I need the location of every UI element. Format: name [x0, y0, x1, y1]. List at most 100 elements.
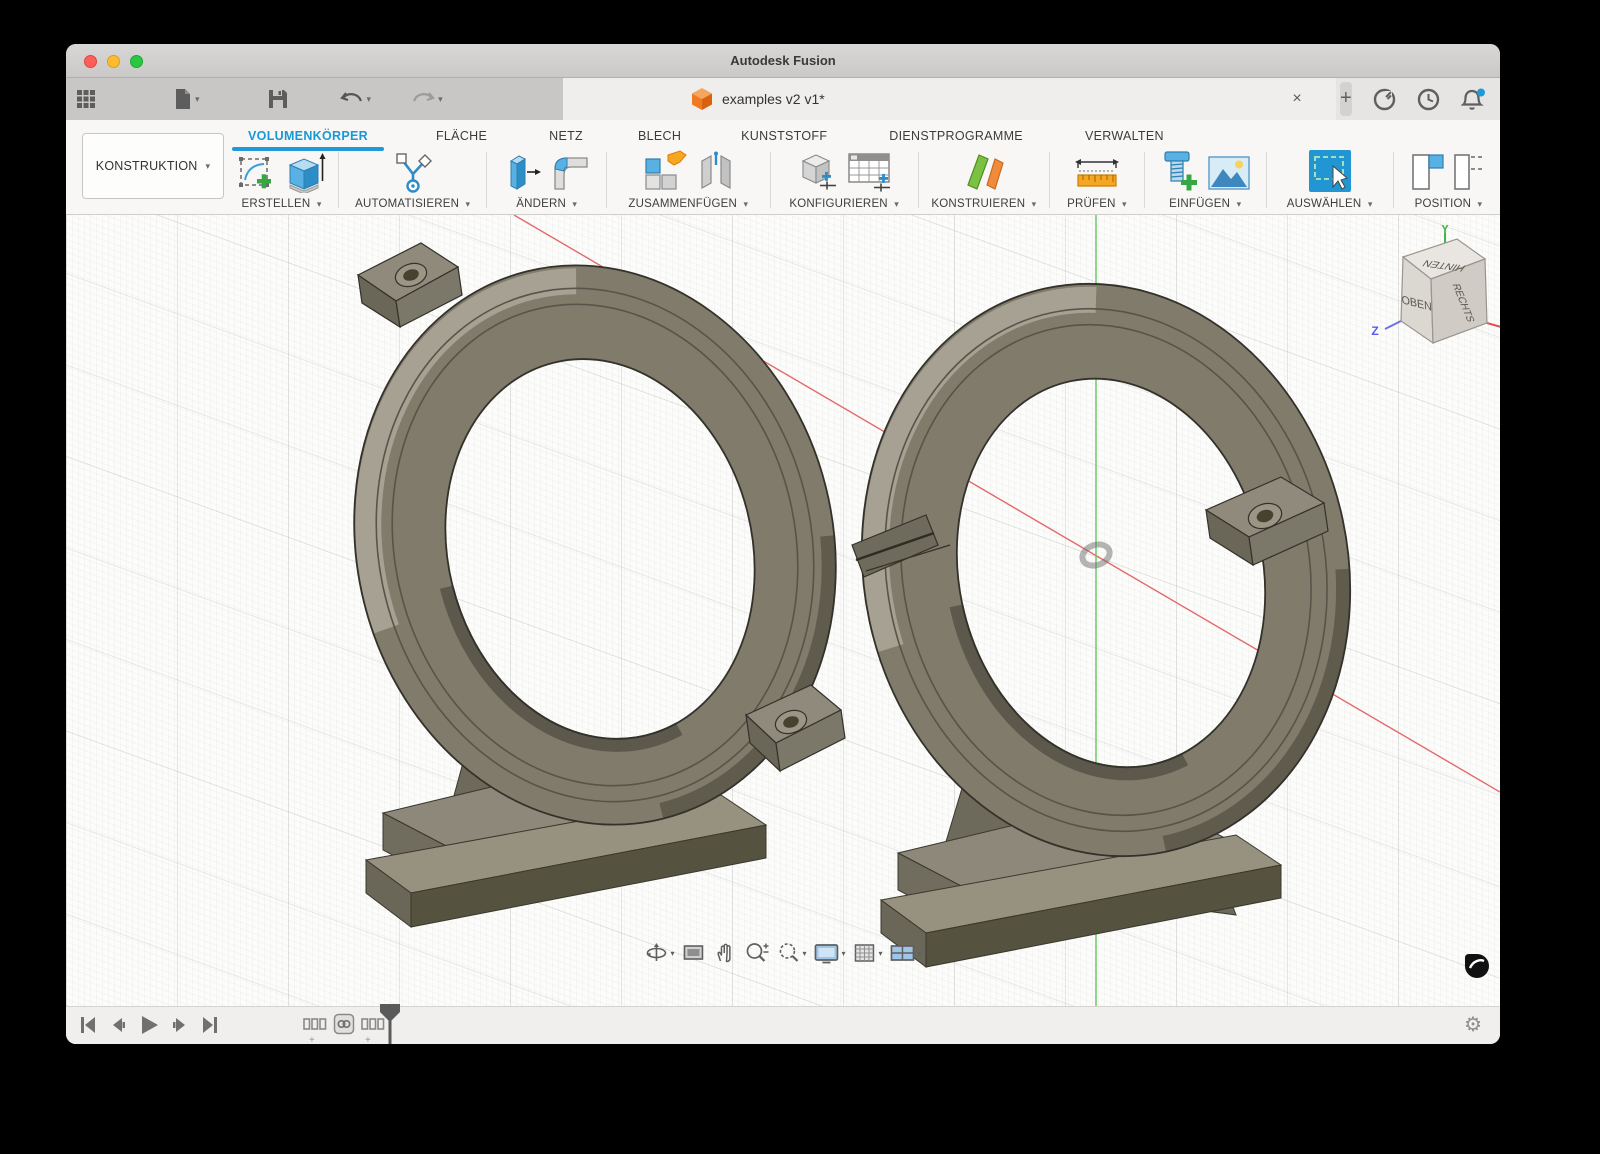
group-zusammenfuegen[interactable]: ZUSAMMENFÜGEN ▾	[614, 150, 763, 212]
group-auswaehlen[interactable]: AUSWÄHLEN ▾	[1273, 150, 1385, 212]
titlebar: Autodesk Fusion	[66, 44, 1500, 78]
tab-volumenkoerper[interactable]: VOLUMENKÖRPER	[232, 129, 384, 143]
bell-icon	[1461, 88, 1487, 112]
automate-icon[interactable]	[392, 151, 434, 193]
measure-icon[interactable]	[1073, 153, 1121, 193]
viewports-icon	[890, 941, 916, 965]
tab-flaeche[interactable]: FLÄCHE	[436, 129, 487, 143]
group-pruefen[interactable]: PRÜFEN ▾	[1057, 150, 1137, 212]
ring-mount-left[interactable]	[296, 215, 894, 927]
tab-netz[interactable]: NETZ	[549, 129, 583, 143]
ribbon-tabs: VOLUMENKÖRPER FLÄCHE NETZ BLECH KUNSTSTO…	[232, 124, 1164, 148]
step-forward-button[interactable]	[170, 1014, 190, 1036]
group-automatisieren[interactable]: AUTOMATISIEREN ▾	[346, 150, 479, 212]
job-status-button[interactable]	[1417, 88, 1440, 111]
tab-verwalten[interactable]: VERWALTEN	[1085, 129, 1164, 143]
grid-settings-caret: ▾	[879, 949, 883, 958]
step-back-button[interactable]	[108, 1014, 128, 1036]
konstruktion-dropdown[interactable]: KONSTRUKTION ▾	[82, 133, 224, 199]
viewport-canvas[interactable]: Y Z X HINTEN OBEN RECHTS ▾	[66, 215, 1500, 1006]
document-tab[interactable]: examples v2 v1* ×	[563, 78, 1336, 120]
timeline-bar: + + ⚙	[66, 1006, 1500, 1044]
new-tab-button[interactable]: +	[1340, 82, 1352, 116]
fillet-icon[interactable]	[549, 151, 591, 193]
app-toolbar-row: ▾ ▾	[66, 78, 1500, 120]
group-position[interactable]: POSITION ▾	[1401, 150, 1496, 212]
timeline-feature-group-1[interactable]	[303, 1017, 327, 1031]
autodesk-assistant-badge[interactable]	[1464, 953, 1490, 979]
konstruktion-label: KONSTRUKTION	[96, 159, 198, 173]
ring-mount-right[interactable]	[809, 238, 1402, 967]
create-sketch-icon[interactable]	[238, 153, 274, 193]
configure-part-icon[interactable]	[796, 149, 838, 193]
undo-button[interactable]: ▾	[340, 89, 372, 109]
joint-icon[interactable]	[696, 149, 736, 193]
display-settings-button[interactable]: ▾	[813, 941, 845, 965]
position-icon[interactable]	[1411, 149, 1445, 193]
clock-icon	[1417, 88, 1440, 111]
redo-icon	[411, 89, 435, 109]
zoom-window-button[interactable]: ▾	[776, 941, 806, 965]
press-pull-icon[interactable]	[503, 151, 541, 193]
group-divider	[1049, 152, 1050, 208]
app-grid-button[interactable]	[76, 89, 96, 109]
viewports-button[interactable]: ▾	[890, 941, 922, 965]
tab-blech[interactable]: BLECH	[638, 129, 681, 143]
app-toolbar: ▾ ▾	[66, 78, 563, 120]
construct-plane-icon[interactable]	[962, 149, 1006, 193]
zoom-icon	[743, 941, 769, 965]
combine-icon[interactable]	[640, 149, 688, 193]
timeline-expand-group-1[interactable]: +	[309, 1035, 315, 1044]
viewport-navbar: ▾	[644, 941, 921, 965]
extrude-icon[interactable]	[282, 151, 326, 193]
group-divider	[1393, 152, 1394, 208]
group-divider	[1144, 152, 1145, 208]
save-button[interactable]	[268, 89, 288, 109]
group-einfuegen[interactable]: EINFÜGEN ▾	[1152, 150, 1259, 212]
pan-hand-icon	[712, 941, 736, 965]
konstruktion-caret: ▾	[206, 161, 211, 172]
ribbon: VOLUMENKÖRPER FLÄCHE NETZ BLECH KUNSTSTO…	[66, 120, 1500, 215]
file-menu-button[interactable]: ▾	[174, 88, 200, 110]
group-label-auswaehlen: AUSWÄHLEN	[1287, 198, 1362, 210]
close-tab-button[interactable]: ×	[1286, 88, 1308, 110]
select-icon[interactable]	[1307, 149, 1353, 193]
extensions-button[interactable]	[1373, 88, 1396, 111]
timeline-settings-gear[interactable]: ⚙	[1464, 1012, 1482, 1036]
grid-settings-button[interactable]: ▾	[853, 941, 883, 965]
zoom-window-caret: ▾	[802, 949, 806, 958]
group-erstellen[interactable]: ERSTELLEN ▾	[232, 150, 331, 212]
play-button[interactable]	[138, 1014, 160, 1036]
timeline-features	[303, 1013, 385, 1035]
redo-button[interactable]: ▾	[411, 89, 443, 109]
group-konstruieren[interactable]: KONSTRUIEREN ▾	[926, 150, 1042, 212]
timeline-playhead[interactable]	[377, 1002, 403, 1044]
orbit-button[interactable]: ▾	[644, 941, 674, 965]
group-label-pruefen: PRÜFEN	[1067, 198, 1115, 210]
group-label-konfigurieren: KONFIGURIEREN	[789, 198, 887, 210]
viewcube[interactable]: Y Z X HINTEN OBEN RECHTS	[1361, 225, 1500, 355]
zoom-button[interactable]	[743, 941, 769, 965]
position-ghost-icon[interactable]	[1453, 149, 1485, 193]
document-tab-title: examples v2 v1*	[722, 91, 825, 107]
tab-kunststoff[interactable]: KUNSTSTOFF	[741, 129, 827, 143]
pan-button[interactable]	[712, 941, 736, 965]
go-to-start-button[interactable]	[78, 1014, 98, 1036]
insert-image-icon[interactable]	[1207, 155, 1251, 193]
look-at-button[interactable]	[681, 941, 705, 965]
tab-dienstprogramme[interactable]: DIENSTPROGRAMME	[889, 129, 1023, 143]
group-konfigurieren[interactable]: KONFIGURIEREN ▾	[778, 150, 911, 212]
configuration-table-icon[interactable]	[846, 149, 892, 193]
go-to-end-button[interactable]	[200, 1014, 220, 1036]
orbit-icon	[644, 941, 668, 965]
redo-caret: ▾	[438, 94, 443, 105]
group-aendern[interactable]: ÄNDERN ▾	[494, 150, 599, 212]
app-grid-icon	[76, 89, 96, 109]
insert-fastener-icon[interactable]	[1159, 149, 1199, 193]
timeline-expand-group-2[interactable]: +	[365, 1035, 371, 1044]
display-settings-caret: ▾	[841, 949, 845, 958]
window-title: Autodesk Fusion	[66, 44, 1500, 78]
notifications-button[interactable]	[1461, 88, 1484, 111]
undo-caret: ▾	[367, 94, 372, 105]
timeline-linked-component[interactable]	[333, 1013, 355, 1035]
